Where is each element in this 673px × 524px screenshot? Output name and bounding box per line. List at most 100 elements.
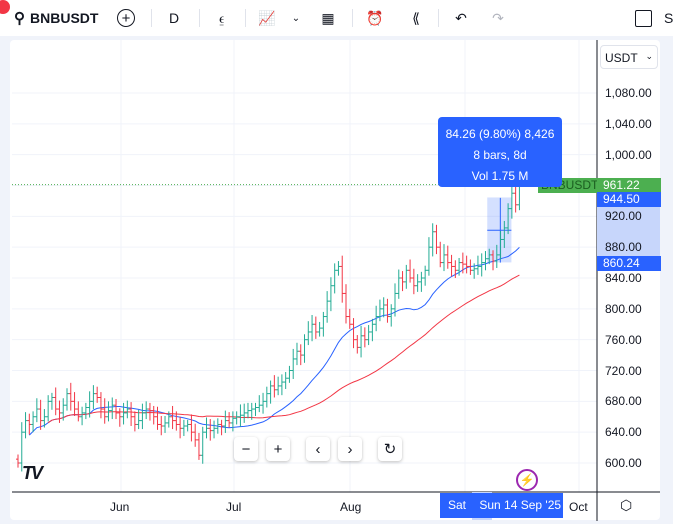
ohlc-bar: [415, 274, 420, 292]
price-chart[interactable]: [0, 0, 673, 524]
crosshair-date-label: Sat Sun 14 Sep '25: [440, 493, 563, 518]
price-tick: 840.00: [605, 271, 642, 285]
ohlc-bar: [98, 392, 103, 419]
ohlc-bar: [336, 261, 341, 276]
ohlc-bar: [400, 271, 405, 292]
price-tick: 680.00: [605, 394, 642, 409]
last-price-label: 961.22: [597, 178, 661, 193]
time-label-jun: Jun: [110, 500, 130, 514]
ohlc-bar: [68, 382, 73, 411]
ohlc-bar: [204, 417, 209, 439]
ohlc-bar: [362, 327, 367, 348]
ohlc-bar: [279, 374, 284, 396]
ohlc-bar: [430, 223, 435, 257]
ohlc-bar: [95, 386, 100, 403]
reset-icon: ↻: [383, 441, 397, 458]
ohlc-bar: [181, 419, 186, 437]
ohlc-bar: [306, 321, 311, 346]
ohlc-bar: [381, 297, 386, 318]
ohlc-bar: [242, 403, 247, 423]
ohlc-bar: [125, 400, 130, 419]
price-tick: 720.00: [605, 363, 642, 378]
ohlc-bar: [325, 291, 330, 323]
ohlc-bar: [272, 375, 277, 398]
ohlc-bar: [426, 237, 431, 276]
ohlc-bar: [385, 298, 390, 323]
zoom-out-button[interactable]: −: [234, 437, 258, 461]
ohlc-bar: [223, 410, 228, 433]
ohlc-bar: [80, 406, 85, 426]
ohlc-bar: [513, 183, 518, 213]
time-label-jul: Jul: [226, 500, 242, 514]
price-tick: 760.00: [605, 332, 642, 347]
ohlc-bar: [442, 244, 447, 272]
price-tick: 1,040.00: [605, 116, 652, 131]
measure-low-label: 860.24: [597, 256, 661, 271]
ohlc-bar: [313, 316, 318, 339]
chevron-down-icon: ⌄: [645, 51, 653, 61]
time-axis-settings-button[interactable]: ⬡: [620, 497, 638, 515]
scroll-right-button[interactable]: ›: [338, 437, 362, 461]
ohlc-bar: [328, 277, 333, 312]
crosshair-date: Sun 14 Sep '25: [479, 498, 562, 512]
ohlc-bar: [110, 397, 115, 420]
ohlc-bar: [257, 395, 262, 413]
scroll-left-button[interactable]: ‹: [306, 437, 330, 461]
measure-change: 84.26 (9.80%) 8,426: [445, 127, 555, 141]
ohlc-bar: [245, 402, 250, 419]
ohlc-bar: [434, 224, 439, 255]
ohlc-bar: [38, 399, 43, 430]
ohlc-bar: [276, 376, 281, 396]
ohlc-bar: [155, 406, 160, 430]
reset-chart-button[interactable]: ↻: [378, 437, 402, 461]
tradingview-logo: TV: [22, 463, 43, 483]
zoom-in-button[interactable]: +: [266, 437, 290, 461]
ohlc-bar: [83, 402, 88, 420]
ohlc-bar: [121, 402, 126, 425]
ohlc-bar: [132, 411, 137, 432]
ohlc-bar: [321, 311, 326, 337]
ohlc-bar: [351, 318, 356, 349]
ohlc-bar: [359, 325, 364, 358]
ohlc-bar: [178, 416, 183, 439]
ohlc-bar: [343, 284, 348, 324]
ohlc-bar: [291, 348, 296, 379]
ohlc-bar: [317, 321, 322, 337]
ohlc-bar: [449, 254, 454, 277]
time-label-oct: Oct: [569, 500, 588, 514]
ohlc-bar: [287, 365, 292, 383]
ohlc-bar: [445, 245, 450, 269]
price-tick: 880.00: [605, 240, 642, 255]
ohlc-bar: [140, 403, 145, 430]
ohlc-bar: [72, 392, 77, 416]
ohlc-bar: [408, 259, 413, 283]
measure-volume: Vol 1.75 M: [471, 169, 529, 183]
ohlc-bar: [389, 304, 394, 327]
ohlc-bar: [151, 405, 156, 425]
ohlc-bar: [370, 318, 375, 342]
ohlc-bar: [268, 380, 273, 404]
measure-bars: 8 bars, 8d: [473, 148, 527, 162]
currency-selector[interactable]: USDT ⌄: [600, 45, 658, 69]
ohlc-bar: [411, 268, 416, 295]
lightning-icon[interactable]: ⚡: [516, 469, 538, 491]
ohlc-bar: [189, 414, 194, 442]
ohlc-bar: [227, 412, 232, 428]
plus-icon: +: [273, 440, 283, 458]
ohlc-bar: [404, 264, 409, 289]
ohlc-bar: [302, 334, 307, 363]
ohlc-bar: [208, 419, 213, 441]
ohlc-bar: [310, 315, 315, 342]
ohlc-bar: [27, 413, 32, 435]
ohlc-bar: [147, 402, 152, 421]
ohlc-bar: [106, 401, 111, 422]
ohlc-bar: [193, 423, 198, 447]
ohlc-bar: [16, 454, 20, 468]
ohlc-bar: [129, 402, 134, 427]
ohlc-bar: [264, 386, 269, 408]
ohlc-bar: [396, 269, 401, 299]
ohlc-bar: [170, 405, 175, 430]
ma-slow-line: [47, 274, 520, 424]
ohlc-bar: [102, 398, 107, 424]
price-tick: 600.00: [605, 456, 642, 470]
